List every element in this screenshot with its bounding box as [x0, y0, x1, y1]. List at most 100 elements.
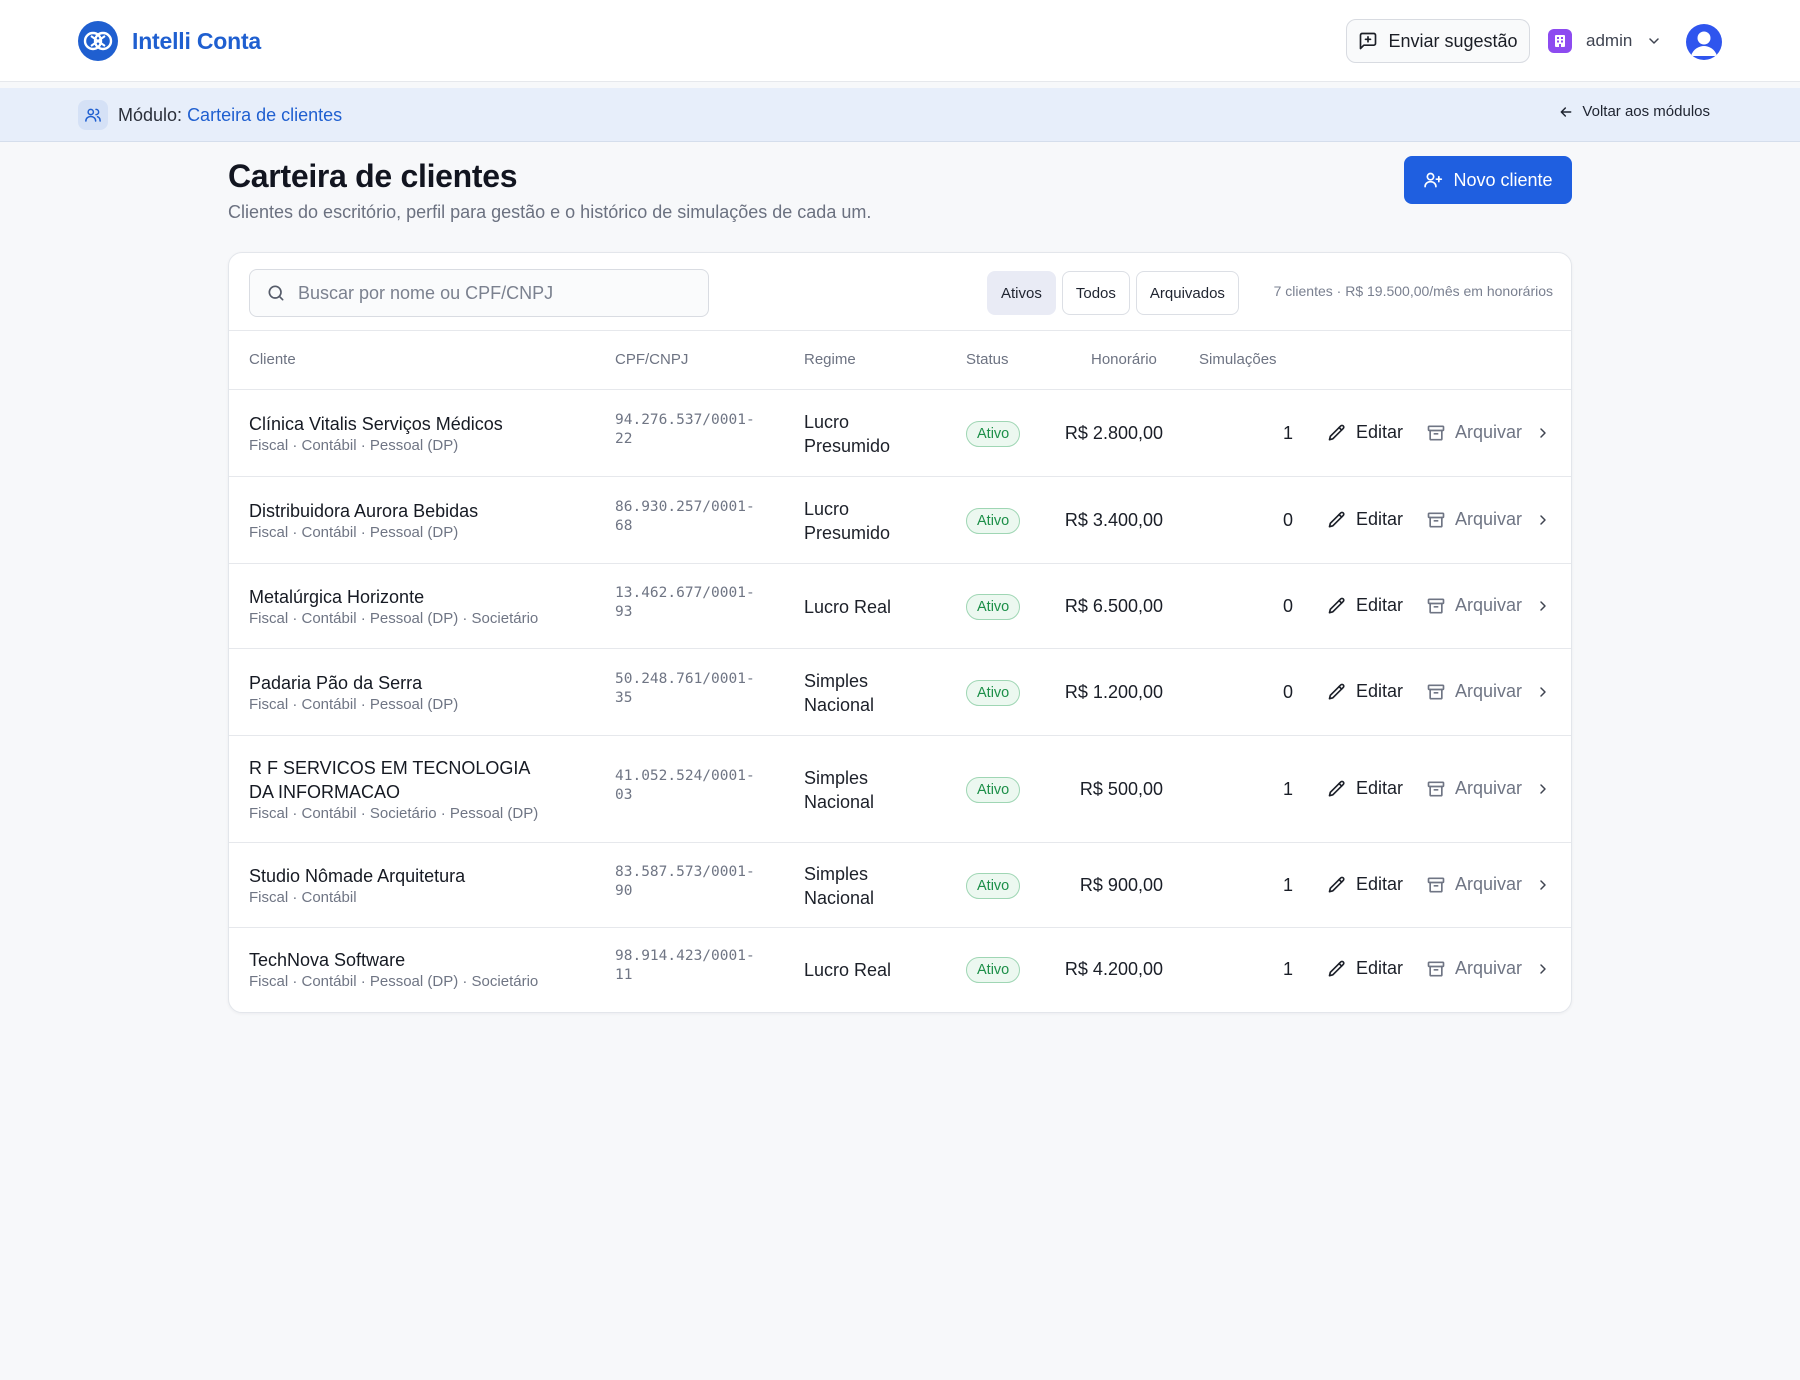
page-subtitle: Clientes do escritório, perfil para gest…: [228, 202, 872, 222]
module-name: Carteira de clientes: [187, 104, 343, 125]
status-filters: Ativos Todos Arquivados: [987, 271, 1239, 315]
edit-button[interactable]: Editar: [1327, 681, 1403, 702]
client-regime: Lucro Presumido: [804, 412, 891, 456]
top-header: Intelli Conta Enviar sugestão admin: [0, 0, 1800, 82]
client-name[interactable]: Distribuidora Aurora Bebidas: [249, 499, 478, 523]
table-row[interactable]: Clínica Vitalis Serviços Médicos Fiscal …: [229, 390, 1571, 477]
brand[interactable]: Intelli Conta: [78, 21, 261, 61]
chevron-right-icon[interactable]: [1535, 961, 1551, 977]
filter-ativos[interactable]: Ativos: [987, 271, 1056, 315]
chevron-right-icon[interactable]: [1535, 598, 1551, 614]
chevron-right-icon[interactable]: [1535, 877, 1551, 893]
client-cell: R F SERVICOS EM TECNOLOGIA DA INFORMACAO…: [249, 756, 549, 824]
client-cell: TechNova Software Fiscal · Contábil · Pe…: [249, 948, 538, 992]
archive-button[interactable]: Arquivar: [1426, 681, 1522, 702]
client-services: Fiscal · Contábil · Pessoal (DP): [249, 437, 459, 454]
edit-button[interactable]: Editar: [1327, 874, 1403, 895]
client-simulations: 1: [1282, 423, 1293, 443]
client-name[interactable]: TechNova Software: [249, 948, 538, 972]
archive-button[interactable]: Arquivar: [1426, 958, 1522, 979]
app-name: Intelli Conta: [132, 27, 262, 54]
new-client-button[interactable]: Novo cliente: [1404, 156, 1572, 204]
module-indicator: Módulo: Carteira de clientes: [78, 99, 342, 131]
edit-label: Editar: [1356, 595, 1404, 615]
client-name[interactable]: Padaria Pão da Serra: [249, 671, 458, 695]
column-header-simulations[interactable]: Simulações: [1199, 351, 1277, 368]
client-cnpj: 86.930.257/0001- 68: [615, 499, 755, 534]
archive-button[interactable]: Arquivar: [1426, 778, 1522, 799]
filter-todos[interactable]: Todos: [1061, 271, 1130, 315]
client-fee: R$ 3.400,00: [1064, 510, 1163, 530]
archive-label: Arquivar: [1455, 509, 1523, 529]
table-row[interactable]: Padaria Pão da Serra Fiscal · Contábil ·…: [229, 649, 1571, 736]
archive-icon: [1427, 877, 1445, 892]
edit-label: Editar: [1356, 681, 1404, 701]
archive-button[interactable]: Arquivar: [1426, 874, 1522, 895]
client-name[interactable]: Clínica Vitalis Serviços Médicos: [249, 412, 503, 436]
back-to-modules-link[interactable]: Voltar aos módulos: [1558, 103, 1710, 120]
user-menu[interactable]: admin: [1548, 26, 1662, 56]
send-suggestion-button[interactable]: Enviar sugestão: [1346, 19, 1530, 63]
module-prefix: Módulo:: [118, 104, 183, 125]
filter-arquivados[interactable]: Arquivados: [1135, 271, 1239, 315]
client-fee: R$ 2.800,00: [1064, 423, 1163, 443]
new-client-label: Novo cliente: [1453, 169, 1553, 190]
column-header-client[interactable]: Cliente: [249, 351, 296, 368]
pencil-icon: [1328, 876, 1345, 892]
column-header-cnpj[interactable]: CPF/CNPJ: [615, 351, 688, 368]
client-name[interactable]: Studio Nômade Arquitetura: [249, 864, 465, 888]
client-cell: Padaria Pão da Serra Fiscal · Contábil ·…: [249, 671, 458, 715]
edit-button[interactable]: Editar: [1327, 595, 1403, 616]
table-row[interactable]: TechNova Software Fiscal · Contábil · Pe…: [229, 928, 1571, 1012]
status-badge: Ativo: [966, 957, 1021, 983]
edit-button[interactable]: Editar: [1327, 422, 1403, 443]
table-row[interactable]: Distribuidora Aurora Bebidas Fiscal · Co…: [229, 477, 1571, 564]
back-to-modules-label: Voltar aos módulos: [1582, 103, 1710, 120]
archive-button[interactable]: Arquivar: [1426, 595, 1522, 616]
pencil-icon: [1328, 424, 1345, 440]
column-header-regime[interactable]: Regime: [804, 351, 856, 368]
client-cnpj: 13.462.677/0001- 93: [615, 585, 755, 620]
archive-button[interactable]: Arquivar: [1426, 509, 1522, 530]
status-badge: Ativo: [966, 873, 1021, 899]
intelli-conta-logo-icon: [78, 21, 118, 61]
module-bar: Módulo: Carteira de clientes Voltar aos …: [0, 88, 1800, 142]
chevron-right-icon[interactable]: [1535, 425, 1551, 441]
search-input[interactable]: [298, 282, 708, 304]
table-header: Cliente CPF/CNPJ Regime Status Honorário…: [229, 331, 1571, 390]
chevron-down-icon: [1649, 38, 1660, 44]
edit-button[interactable]: Editar: [1327, 958, 1403, 979]
chevron-right-icon[interactable]: [1535, 781, 1551, 797]
client-fee: R$ 900,00: [1079, 875, 1163, 895]
column-header-fee[interactable]: Honorário: [1091, 351, 1157, 368]
client-regime: Simples Nacional: [804, 671, 875, 715]
user-name: admin: [1586, 31, 1633, 50]
pencil-icon: [1328, 511, 1345, 527]
edit-button[interactable]: Editar: [1327, 509, 1403, 530]
archive-label: Arquivar: [1455, 874, 1523, 894]
table-row[interactable]: Studio Nômade Arquitetura Fiscal · Contá…: [229, 843, 1571, 928]
table-row[interactable]: R F SERVICOS EM TECNOLOGIA DA INFORMACAO…: [229, 736, 1571, 843]
table-row[interactable]: Metalúrgica Horizonte Fiscal · Contábil …: [229, 564, 1571, 649]
table-body: Clínica Vitalis Serviços Médicos Fiscal …: [229, 390, 1571, 1012]
chevron-right-icon[interactable]: [1535, 684, 1551, 700]
client-regime: Simples Nacional: [804, 768, 875, 812]
client-name[interactable]: R F SERVICOS EM TECNOLOGIA DA INFORMACAO: [249, 756, 549, 804]
client-services: Fiscal · Contábil · Pessoal (DP): [249, 524, 459, 541]
edit-button[interactable]: Editar: [1327, 778, 1403, 799]
column-header-status[interactable]: Status: [966, 351, 1009, 368]
user-avatar-icon[interactable]: [1686, 24, 1722, 60]
edit-label: Editar: [1356, 422, 1404, 442]
search-box[interactable]: [249, 269, 709, 317]
archive-button[interactable]: Arquivar: [1426, 422, 1522, 443]
arrow-left-icon: [1561, 106, 1572, 117]
archive-label: Arquivar: [1455, 778, 1523, 798]
status-badge: Ativo: [966, 777, 1021, 803]
table-toolbar: Ativos Todos Arquivados 7 clientes · R$ …: [229, 253, 1571, 331]
client-simulations: 0: [1282, 682, 1293, 702]
client-cell: Studio Nômade Arquitetura Fiscal · Contá…: [249, 864, 465, 908]
pencil-icon: [1328, 597, 1345, 613]
client-name[interactable]: Metalúrgica Horizonte: [249, 585, 538, 609]
chevron-right-icon[interactable]: [1535, 512, 1551, 528]
archive-label: Arquivar: [1455, 595, 1523, 615]
